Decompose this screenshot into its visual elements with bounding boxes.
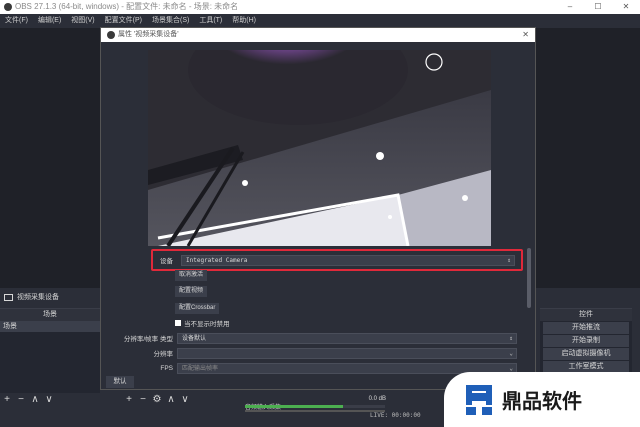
select-arrow-icon: ⇕ [509, 334, 513, 342]
controls-header: 控件 [540, 309, 632, 321]
resolution-type-value: 设备默认 [182, 334, 207, 342]
status-bar: LIVE: 00:00:00 [370, 412, 421, 419]
menu-bar: 文件(F) 编辑(E) 视图(V) 配置文件(P) 场景集合(S) 工具(T) … [0, 14, 640, 28]
obs-logo-icon [107, 31, 115, 39]
watermark-text: 鼎品软件 [502, 391, 582, 413]
menu-edit[interactable]: 编辑(E) [33, 14, 66, 28]
scene-up-button[interactable]: ∧ [28, 394, 42, 406]
chevron-down-icon: ⌄ [509, 349, 513, 357]
source-down-button[interactable]: ∨ [178, 394, 192, 406]
menu-file[interactable]: 文件(F) [0, 14, 33, 28]
window-controls: – ☐ ✕ [556, 0, 640, 14]
properties-dialog: 属性 '视频采集设备' ✕ 设备 Integrated Camera ⇕ 取消激… [100, 27, 536, 390]
camera-preview [148, 50, 491, 246]
volume-meter [245, 405, 385, 408]
minimize-button[interactable]: – [556, 0, 584, 14]
watermark: 鼎品软件 [444, 372, 640, 427]
deactivate-button[interactable]: 取消激活 [175, 270, 208, 281]
dialog-scrollbar[interactable] [527, 248, 531, 308]
volume-meter-fill [245, 405, 343, 408]
source-title: 视频采集设备 [4, 292, 59, 302]
start-virtual-camera-button[interactable]: 启动虚拟摄像机 [543, 348, 629, 360]
fps-row: FPS 匹配输出帧率 ⌄ [101, 362, 517, 374]
scenes-list: 场景 [0, 321, 100, 332]
resolution-type-label: 分辨率/帧率 类型 [123, 336, 173, 343]
deactivate-when-hidden-label: 当不显示时禁用 [184, 321, 230, 328]
menu-view[interactable]: 视图(V) [66, 14, 99, 28]
scene-down-button[interactable]: ∨ [42, 394, 56, 406]
device-highlight-box [151, 249, 523, 271]
audio-db-value: 0.0 dB [368, 396, 386, 402]
window-title: OBS 27.1.3 (64-bit, windows) - 配置文件: 未命名… [15, 2, 239, 11]
maximize-button[interactable]: ☐ [584, 0, 612, 14]
scenes-panel: 场景 场景 [0, 308, 100, 393]
resolution-row: 分辨率 ⌄ [101, 347, 517, 359]
dialog-close-button[interactable]: ✕ [522, 28, 529, 42]
start-streaming-button[interactable]: 开始推流 [543, 322, 629, 334]
remove-scene-button[interactable]: − [14, 394, 28, 406]
configure-video-button[interactable]: 配置视频 [175, 286, 208, 297]
fps-label: FPS [160, 364, 173, 372]
resolution-label: 分辨率 [153, 351, 174, 358]
add-scene-button[interactable]: + [0, 394, 14, 406]
dialog-title: 属性 '视频采集设备' [118, 31, 179, 38]
resolution-type-select[interactable]: 设备默认 ⇕ [177, 332, 517, 344]
start-recording-button[interactable]: 开始录制 [543, 335, 629, 347]
monitor-icon [4, 293, 13, 301]
fps-value: 匹配输出帧率 [182, 364, 219, 372]
scenes-header: 场景 [0, 309, 100, 321]
menu-profile[interactable]: 配置文件(P) [100, 14, 147, 28]
source-up-button[interactable]: ∧ [164, 394, 178, 406]
volume-slider[interactable] [245, 410, 385, 412]
source-title-label: 视频采集设备 [17, 294, 59, 301]
audio-mixer-channel: 音频输入采集 0.0 dB [245, 396, 390, 424]
deactivate-when-hidden-checkbox[interactable] [175, 320, 181, 326]
resolution-select[interactable]: ⌄ [177, 347, 517, 359]
obs-logo-icon [4, 3, 12, 11]
menu-tools[interactable]: 工具(T) [194, 14, 227, 28]
deactivate-when-hidden-row: 当不显示时禁用 [175, 318, 230, 328]
camera-scene-image [148, 50, 491, 246]
title-bar: OBS 27.1.3 (64-bit, windows) - 配置文件: 未命名… [0, 0, 640, 14]
resolution-type-row: 分辨率/帧率 类型 设备默认 ⇕ [101, 332, 517, 344]
source-settings-gear-icon[interactable]: ⚙ [150, 394, 164, 406]
defaults-button[interactable]: 默认 [106, 376, 134, 388]
remove-source-button[interactable]: − [136, 394, 150, 406]
scene-item[interactable]: 场景 [0, 321, 100, 332]
close-button[interactable]: ✕ [612, 0, 640, 14]
menu-help[interactable]: 帮助(H) [227, 14, 261, 28]
menu-scene-collection[interactable]: 场景集合(S) [147, 14, 194, 28]
watermark-logo-icon [466, 384, 492, 415]
add-source-button[interactable]: + [122, 394, 136, 406]
dialog-title-bar: 属性 '视频采集设备' ✕ [101, 28, 535, 42]
configure-crossbar-button[interactable]: 配置Crossbar [175, 303, 220, 314]
